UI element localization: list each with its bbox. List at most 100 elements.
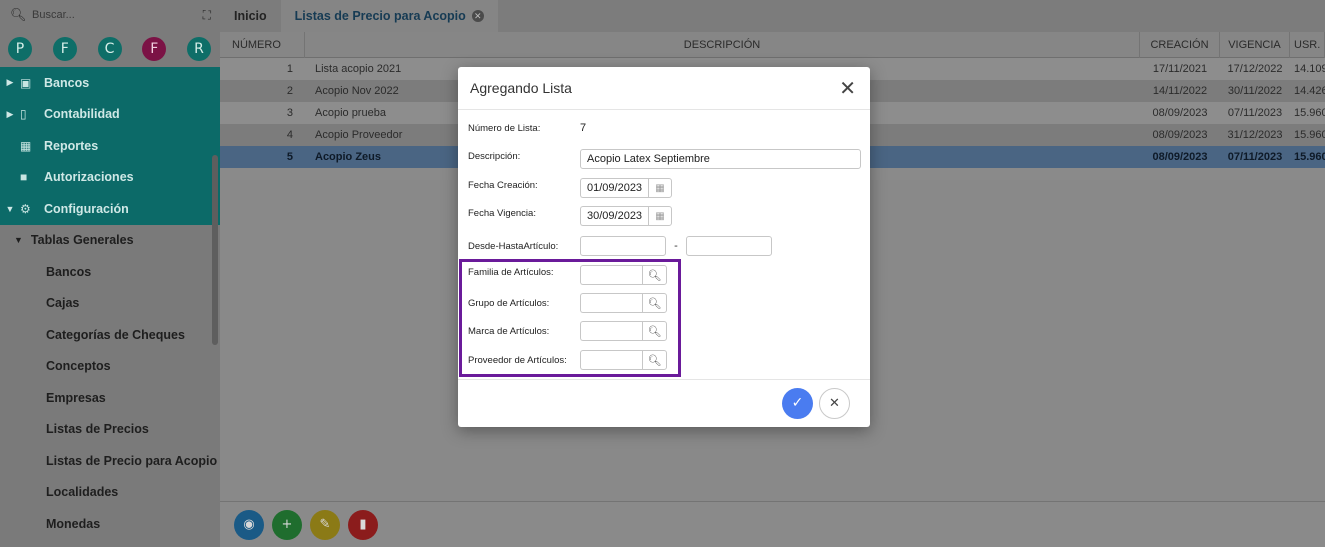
menu-item-label: Bancos <box>44 75 90 90</box>
check-icon: ✓ <box>791 395 804 411</box>
chevron-down-icon: ▼ <box>5 203 15 214</box>
quick-button-r[interactable]: R <box>187 36 211 61</box>
col-header-vigencia[interactable]: VIGENCIA <box>1220 31 1290 58</box>
valid-date-picker: 30/09/2023 ▦ <box>580 206 672 226</box>
close-icon[interactable]: ✕ <box>839 78 856 98</box>
dialog-title: Agregando Lista <box>470 80 572 96</box>
chevron-down-icon: ▼ <box>14 235 23 246</box>
cell-num: 1 <box>286 63 293 75</box>
range-separator: - <box>674 240 678 252</box>
cancel-button[interactable]: ✕ <box>819 387 850 419</box>
tab-bar: Inicio Listas de Precio para Acopio ✕ <box>220 0 1325 32</box>
menu-item-label: Contabilidad <box>44 107 120 122</box>
confirm-button[interactable]: ✓ <box>782 387 813 419</box>
submenu: ▼ Tablas Generales Bancos Cajas Categorí… <box>0 224 220 540</box>
submenu-item-cajas[interactable]: Cajas <box>0 288 220 320</box>
menu-item-contabilidad[interactable]: ▶ ▯ Contabilidad <box>0 99 220 131</box>
value-number: 7 <box>580 122 587 134</box>
edit-button[interactable]: ✎ <box>310 509 340 540</box>
submenu-tablas-generales[interactable]: ▼ Tablas Generales <box>0 225 220 257</box>
created-date-input[interactable]: 01/09/2023 <box>580 178 648 198</box>
chevron-right-icon: ▶ <box>6 77 14 88</box>
cell-created: 08/09/2023 <box>1152 151 1208 163</box>
calendar-icon[interactable]: ▦ <box>648 206 672 226</box>
cell-created: 14/11/2022 <box>1152 85 1208 97</box>
cell-num: 2 <box>286 85 293 97</box>
submenu-item-listas-precio-acopio[interactable]: Listas de Precio para Acopio <box>0 445 220 477</box>
view-button[interactable]: ◉ <box>234 509 264 540</box>
quick-button-c[interactable]: C <box>97 36 122 61</box>
description-input[interactable]: Acopio Latex Septiembre <box>580 149 861 169</box>
pencil-icon: ✎ <box>319 517 331 532</box>
fullscreen-icon[interactable]: ⛶ <box>203 8 211 23</box>
label-description: Descripción: <box>468 150 521 162</box>
submenu-item-localidades[interactable]: Localidades <box>0 477 220 509</box>
row-description: Descripción: Acopio Latex Septiembre <box>468 149 861 169</box>
highlight-box <box>459 259 681 377</box>
row-range: Desde-HastaArtículo: - <box>468 236 772 256</box>
main-menu: ▶ ▣ Bancos ▶ ▯ Contabilidad ▦ Reportes ■… <box>0 67 220 225</box>
cell-created: 08/09/2023 <box>1152 107 1208 119</box>
tab-inicio[interactable]: Inicio <box>220 0 281 32</box>
trash-icon: ▮ <box>359 517 367 532</box>
submenu-item-conceptos[interactable]: Conceptos <box>0 351 220 383</box>
sidebar-scrollbar[interactable] <box>212 155 218 345</box>
add-list-dialog: Agregando Lista ✕ Número de Lista: 7 Des… <box>458 67 870 427</box>
row-valid: Fecha Vigencia: 30/09/2023 ▦ <box>468 206 672 226</box>
briefcase-icon: ▣ <box>20 75 32 90</box>
valid-date-input[interactable]: 30/09/2023 <box>580 206 648 226</box>
menu-item-label: Configuración <box>44 201 129 216</box>
cell-user: 14.426 <box>1294 85 1325 97</box>
submenu-item-listas-precios[interactable]: Listas de Precios <box>0 414 220 446</box>
col-header-descripcion[interactable]: DESCRIPCIÓN <box>305 31 1140 58</box>
close-icon: ✕ <box>829 395 840 411</box>
submenu-item-categorias-cheques[interactable]: Categorías de Cheques <box>0 319 220 351</box>
submenu-item-empresas[interactable]: Empresas <box>0 382 220 414</box>
menu-item-autorizaciones[interactable]: ■ Autorizaciones <box>0 162 220 194</box>
dialog-footer: ✓ ✕ <box>458 380 870 426</box>
cell-num: 3 <box>286 107 293 119</box>
submenu-item-monedas[interactable]: Monedas <box>0 508 220 540</box>
tab-close-icon[interactable]: ✕ <box>471 10 484 22</box>
list-form: Número de Lista: 7 Descripción: Acopio L… <box>458 110 870 380</box>
sidebar: 🔍︎ Buscar... ⛶ P F C F R ▶ ▣ Bancos ▶ ▯ … <box>0 0 220 547</box>
label-number: Número de Lista: <box>468 122 541 134</box>
sidebar-search[interactable]: 🔍︎ Buscar... ⛶ <box>0 0 220 30</box>
menu-item-configuracion[interactable]: ▼ ⚙ Configuración <box>0 193 220 225</box>
range-from-input[interactable] <box>580 236 666 256</box>
eye-icon: ◉ <box>243 517 255 532</box>
col-header-usr[interactable]: USR. <box>1290 31 1325 58</box>
quick-button-f[interactable]: F <box>52 36 77 61</box>
tab-listas-precio-acopio[interactable]: Listas de Precio para Acopio ✕ <box>280 0 498 32</box>
quick-button-f-pink[interactable]: F <box>142 36 167 61</box>
col-header-creacion[interactable]: CREACIÓN <box>1140 31 1220 58</box>
search-icon: 🔍︎ <box>10 7 27 22</box>
delete-button[interactable]: ▮ <box>348 509 378 540</box>
menu-item-bancos[interactable]: ▶ ▣ Bancos <box>0 67 220 99</box>
chevron-right-icon: ▶ <box>6 108 14 119</box>
cell-created: 17/11/2021 <box>1152 63 1208 75</box>
cell-valid: 07/11/2023 <box>1227 151 1283 163</box>
search-input[interactable]: Buscar... <box>32 9 203 21</box>
add-button[interactable]: + <box>272 509 302 540</box>
cell-num: 5 <box>286 151 293 163</box>
tab-label: Listas de Precio para Acopio <box>294 9 466 23</box>
submenu-item-bancos[interactable]: Bancos <box>0 256 220 288</box>
quick-button-p[interactable]: P <box>8 36 32 61</box>
calendar-icon[interactable]: ▦ <box>648 178 672 198</box>
menu-item-label: Autorizaciones <box>44 170 134 185</box>
cell-num: 4 <box>286 129 293 141</box>
tab-label: Inicio <box>234 9 267 23</box>
cell-valid: 31/12/2023 <box>1227 129 1283 141</box>
label-range: Desde-HastaArtículo: <box>468 240 559 252</box>
cell-valid: 30/11/2022 <box>1227 85 1283 97</box>
col-header-numero[interactable]: NÚMERO <box>220 31 305 58</box>
action-bar: ◉ + ✎ ▮ <box>220 501 1325 547</box>
cell-valid: 17/12/2022 <box>1227 63 1283 75</box>
menu-item-reportes[interactable]: ▦ Reportes <box>0 130 220 162</box>
created-date-picker: 01/09/2023 ▦ <box>580 178 672 198</box>
cell-user: 15.960 <box>1294 151 1325 163</box>
cell-valid: 07/11/2023 <box>1227 107 1283 119</box>
range-to-input[interactable] <box>686 236 772 256</box>
book-icon: ▯ <box>20 107 27 122</box>
